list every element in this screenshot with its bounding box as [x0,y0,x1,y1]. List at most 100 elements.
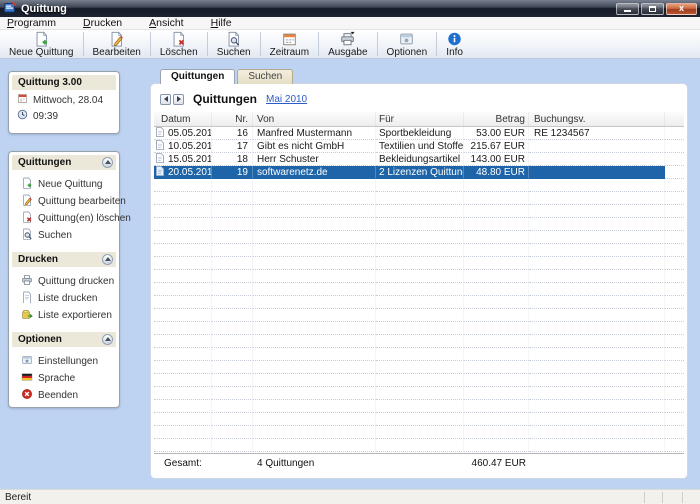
toolbar-loeschen-button[interactable]: Löschen [153,30,205,58]
collapse-button[interactable] [102,254,113,265]
close-button[interactable]: x [666,3,697,15]
cell-filler [665,140,684,153]
sidebar-item-quittungen-loeschen[interactable]: Quittung(en) löschen [9,210,119,227]
maximize-button[interactable] [641,3,664,15]
column-header-von[interactable]: Von [253,112,376,126]
status-text: Bereit [5,492,31,503]
menu-bar: Programm Drucken Ansicht Hilfe [0,17,700,30]
toolbar-zeitraum-button[interactable]: Zeitraum [263,30,316,58]
receipt-icon [156,153,164,166]
toolbar-optionen-button[interactable]: Optionen [380,30,435,58]
sidebar-item-label: Einstellungen [38,356,98,367]
page-edit-icon [21,194,33,209]
toolbar-info-button[interactable]: Info [439,30,470,58]
empty-table-row [154,348,684,361]
table-row[interactable]: 10.05.2010 17 Gibt es nicht GmbH Textili… [154,140,684,153]
empty-table-row [154,374,684,387]
summary-label: Gesamt: [154,454,212,473]
sidebar-item-label: Liste exportieren [38,310,112,321]
table-row[interactable]: 05.05.2010 16 Manfred Mustermann Sportbe… [154,127,684,140]
sidebar-item-quittung-drucken[interactable]: Quittung drucken [9,273,119,290]
collapse-button[interactable] [102,157,113,168]
toolbar-separator [207,32,208,56]
column-header-fuer[interactable]: Für [376,112,464,126]
empty-table-row [154,270,684,283]
toolbar-label: Optionen [387,47,428,58]
current-time: 09:39 [33,111,58,122]
empty-rows [154,179,684,452]
next-period-button[interactable] [173,94,184,105]
toolbar-ausgabe-button[interactable]: Ausgabe [321,30,374,58]
column-header-nr[interactable]: Nr. [212,112,253,126]
table-row-selected[interactable]: 20.05.2010 19 softwarenetz.de 2 Lizenzen… [154,166,684,179]
receipt-icon [156,166,164,179]
delete-icon [170,31,187,47]
tab-quittungen[interactable]: Quittungen [160,69,235,84]
period-link[interactable]: Mai 2010 [266,94,307,105]
table-body: 05.05.2010 16 Manfred Mustermann Sportbe… [154,127,684,452]
empty-table-row [154,257,684,270]
sidebar-item-quittung-bearbeiten[interactable]: Quittung bearbeiten [9,193,119,210]
section-title: Quittungen [18,155,71,170]
toolbar-label: Bearbeiten [93,47,141,58]
cell-von: Gibt es nicht GmbH [253,140,376,153]
sidebar-item-liste-drucken[interactable]: Liste drucken [9,290,119,307]
table-row[interactable]: 15.05.2010 18 Herr Schuster Bekleidungsa… [154,153,684,166]
sidebar-nav-box: Quittungen Neue Quittung Quittung bearbe… [8,151,120,408]
page-plus-icon [21,177,33,192]
column-header-betrag[interactable]: Betrag [464,112,529,126]
sidebar-item-neue-quittung[interactable]: Neue Quittung [9,176,119,193]
toolbar: Neue Quittung Bearbeiten Löschen Suchen … [0,30,700,59]
cell-buchungsv [529,140,665,153]
cell-buchungsv [529,166,665,179]
column-header-datum[interactable]: Datum [154,112,212,126]
toolbar-suchen-button[interactable]: Suchen [210,30,258,58]
sidebar-item-label: Quittung(en) löschen [38,213,131,224]
toolbar-neue-quittung-button[interactable]: Neue Quittung [2,30,81,58]
empty-table-row [154,335,684,348]
toolbar-label: Zeitraum [270,47,309,58]
client-area: Quittung 3.00 Mittwoch, 28.04 09:39 Quit… [0,59,700,489]
receipt-icon [156,140,164,153]
cell-fuer: Textilien und Stoffe [376,140,464,153]
edit-icon [108,31,125,47]
sidebar-item-label: Liste drucken [38,293,97,304]
column-header-buchungsv[interactable]: Buchungsv. [529,112,665,126]
empty-table-row [154,244,684,257]
quit-icon [21,388,33,403]
menu-hilfe[interactable]: Hilfe [208,17,244,30]
menu-drucken[interactable]: Drucken [80,17,134,30]
sidebar-item-einstellungen[interactable]: Einstellungen [9,353,119,370]
sidebar-item-liste-exportieren[interactable]: Liste exportieren [9,307,119,324]
section-header-optionen: Optionen [12,332,116,347]
toolbar-bearbeiten-button[interactable]: Bearbeiten [86,30,148,58]
toolbar-label: Löschen [160,47,198,58]
cell-betrag: 215.67 EUR [464,140,529,153]
empty-table-row [154,231,684,244]
minimize-button[interactable] [616,3,639,15]
section-items-quittungen: Neue Quittung Quittung bearbeiten Quittu… [9,173,119,249]
sidebar-item-sprache[interactable]: Sprache [9,370,119,387]
empty-table-row [154,205,684,218]
sidebar-info-box: Quittung 3.00 Mittwoch, 28.04 09:39 [8,71,120,134]
table-header-row: Datum Nr. Von Für Betrag Buchungsv. [154,112,684,127]
window-title: Quittung [21,3,67,15]
cell-fuer: 2 Lizenzen Quittung [376,166,464,179]
receipt-icon [156,127,164,140]
empty-table-row [154,296,684,309]
section-items-optionen: Einstellungen Sprache Beenden [9,350,119,409]
previous-period-button[interactable] [160,94,171,105]
sidebar-item-suchen[interactable]: Suchen [9,227,119,244]
main-panel: Quittungen Mai 2010 Datum Nr. Von Für Be… [150,83,688,479]
collapse-button[interactable] [102,334,113,345]
sidebar-item-beenden[interactable]: Beenden [9,387,119,404]
tab-suchen[interactable]: Suchen [237,69,293,84]
sidebar-item-label: Beenden [38,390,78,401]
cell-von: Manfred Mustermann [253,127,376,140]
section-items-drucken: Quittung drucken Liste drucken Liste exp… [9,270,119,329]
menu-ansicht[interactable]: Ansicht [146,17,195,30]
menu-programm[interactable]: Programm [4,17,68,30]
cell-von: Herr Schuster [253,153,376,166]
panel-header: Quittungen Mai 2010 [151,84,687,110]
empty-table-row [154,361,684,374]
